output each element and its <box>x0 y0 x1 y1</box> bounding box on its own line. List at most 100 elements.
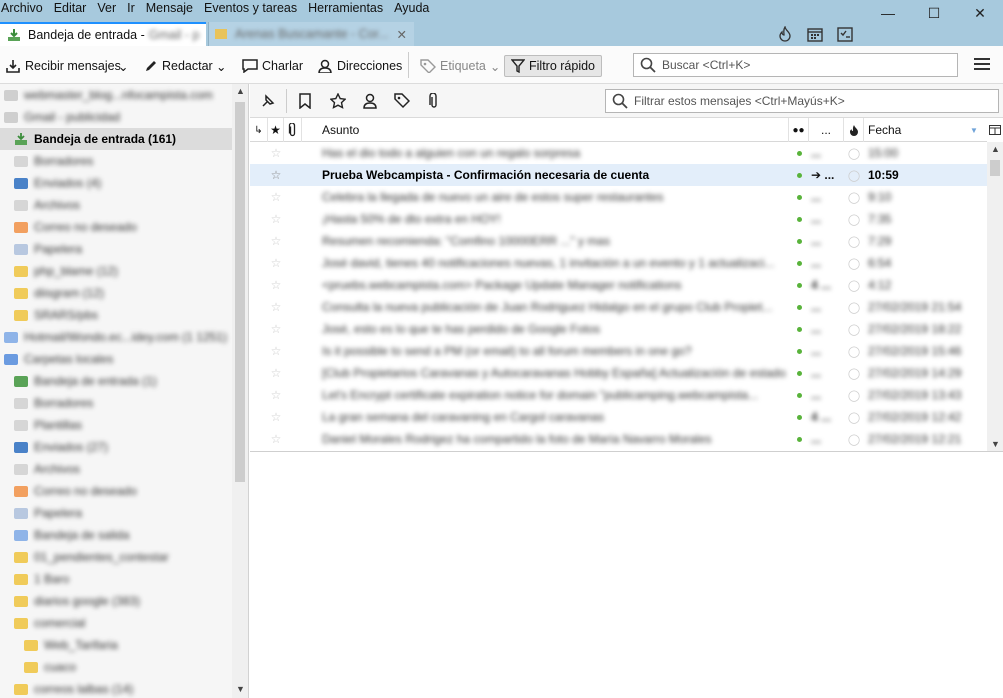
contact-filter-icon[interactable] <box>361 92 379 110</box>
message-row[interactable]: ☆ Celebra la llegada de nuevo un aire de … <box>250 186 987 208</box>
unread-dot-icon[interactable] <box>795 428 803 450</box>
unread-dot-icon[interactable] <box>795 252 803 274</box>
attachment-filter-icon[interactable] <box>425 92 443 110</box>
junk-status-icon[interactable]: ◯ <box>848 318 860 340</box>
folder-item[interactable]: Archivos <box>0 194 248 216</box>
unread-dot-icon[interactable] <box>795 362 803 384</box>
unread-dot-icon[interactable] <box>795 164 803 186</box>
minimize-icon[interactable]: — <box>865 0 911 26</box>
folder-item[interactable]: Papelera <box>0 502 248 524</box>
folder-item[interactable]: 01_pendientes_contestar <box>0 546 248 568</box>
folder-item[interactable]: Enviados (4) <box>0 172 248 194</box>
folder-item[interactable]: cuaco <box>0 656 248 678</box>
message-row[interactable]: ☆ <pruebs.webcampista.com> Package Update… <box>250 274 987 296</box>
folder-item[interactable]: Plantillas <box>0 414 248 436</box>
message-row[interactable]: ☆ Has el dio todo a alguien con un regalo… <box>250 142 987 164</box>
folder-item[interactable]: Bandeja de salida <box>0 524 248 546</box>
folder-item[interactable]: Borradores <box>0 150 248 172</box>
global-search-input[interactable]: Buscar <Ctrl+K> <box>633 53 958 77</box>
unread-dot-icon[interactable] <box>795 340 803 362</box>
junk-status-icon[interactable]: ◯ <box>848 384 860 406</box>
starred-filter-icon[interactable] <box>329 92 347 110</box>
address-book-button[interactable]: Direcciones <box>317 55 402 77</box>
menu-item-3[interactable]: Ir <box>127 0 139 18</box>
tasks-icon[interactable] <box>837 26 853 42</box>
folder-item[interactable]: webmaster_blog...nfocampista.com <box>0 84 248 106</box>
message-row[interactable]: ☆ [Club Propietarios Caravanas y Autocara… <box>250 362 987 384</box>
scroll-down-icon[interactable]: ▼ <box>236 684 245 694</box>
tab-inbox[interactable]: Bandeja de entrada - Gmail - p <box>0 22 206 46</box>
thread-column-icon[interactable]: ↳ <box>250 118 268 142</box>
tab-close-icon[interactable]: ✕ <box>397 27 407 42</box>
folder-item[interactable]: SRARS/pbs <box>0 304 248 326</box>
star-toggle-icon[interactable]: ☆ <box>268 384 284 406</box>
scroll-up-icon[interactable]: ▲ <box>236 86 245 96</box>
folder-scrollbar[interactable]: ▲ ▼ <box>232 84 248 698</box>
junk-status-icon[interactable]: ◯ <box>848 142 860 164</box>
folder-item[interactable]: Correo no deseado <box>0 216 248 238</box>
junk-status-icon[interactable]: ◯ <box>848 164 860 186</box>
menu-item-2[interactable]: Ver <box>97 0 120 18</box>
read-column-icon[interactable]: ●● <box>789 118 809 142</box>
message-list-scrollbar[interactable]: ▲ ▼ <box>987 142 1003 451</box>
message-row[interactable]: ☆ La gran semana del caravaning en Cargol… <box>250 406 987 428</box>
unread-dot-icon[interactable] <box>795 296 803 318</box>
junk-column-icon[interactable] <box>844 118 864 142</box>
star-toggle-icon[interactable]: ☆ <box>268 296 284 318</box>
folder-item[interactable]: php_blame (12) <box>0 260 248 282</box>
junk-status-icon[interactable]: ◯ <box>848 362 860 384</box>
star-toggle-icon[interactable]: ☆ <box>268 428 284 450</box>
star-toggle-icon[interactable]: ☆ <box>268 142 284 164</box>
write-button[interactable]: Redactar <box>144 55 213 77</box>
star-toggle-icon[interactable]: ☆ <box>268 318 284 340</box>
folder-item[interactable]: Archivos <box>0 458 248 480</box>
message-filter-input[interactable]: Filtrar estos mensajes <Ctrl+Mayús+K> <box>605 89 999 113</box>
menu-item-0[interactable]: Archivo <box>0 0 47 18</box>
tab-message[interactable]: Arenas Buscamante - Cor... ✕ <box>208 22 414 46</box>
message-row[interactable]: ☆ Consulta la nueva publicación de Juan R… <box>250 296 987 318</box>
folder-item[interactable]: Borradores <box>0 392 248 414</box>
folder-item[interactable]: Hotmail/Wondo.ec...idey.com (1 1251) <box>0 326 248 348</box>
unread-dot-icon[interactable] <box>795 274 803 296</box>
quick-filter-button[interactable]: Filtro rápido <box>504 55 602 77</box>
flame-icon[interactable] <box>777 26 793 42</box>
scroll-up-icon[interactable]: ▲ <box>991 144 1000 154</box>
menu-item-5[interactable]: Eventos y tareas <box>204 0 301 18</box>
star-toggle-icon[interactable]: ☆ <box>268 362 284 384</box>
folder-item[interactable]: correos lalbas (14) <box>0 678 248 698</box>
folder-item[interactable]: comercial <box>0 612 248 634</box>
maximize-icon[interactable]: ☐ <box>911 0 957 26</box>
close-icon[interactable]: ✕ <box>957 0 1003 26</box>
star-toggle-icon[interactable]: ☆ <box>268 406 284 428</box>
message-row[interactable]: ☆ José david, tienes 40 notificaciones nu… <box>250 252 987 274</box>
menu-item-6[interactable]: Herramientas <box>308 0 387 18</box>
menu-item-7[interactable]: Ayuda <box>394 0 433 18</box>
unread-filter-icon[interactable] <box>296 92 314 110</box>
get-messages-button[interactable]: Recibir mensajes <box>5 55 121 77</box>
unread-dot-icon[interactable] <box>795 208 803 230</box>
correspondents-column[interactable]: ... <box>809 118 844 142</box>
menu-icon[interactable] <box>974 58 990 72</box>
menu-item-4[interactable]: Mensaje <box>146 0 197 18</box>
junk-status-icon[interactable]: ◯ <box>848 406 860 428</box>
star-toggle-icon[interactable]: ☆ <box>268 274 284 296</box>
message-row[interactable]: ☆ Let's Encrypt certificate expiration no… <box>250 384 987 406</box>
column-picker-icon[interactable] <box>987 118 1003 142</box>
folder-item[interactable]: Bandeja de entrada (1) <box>0 370 248 392</box>
unread-dot-icon[interactable] <box>795 230 803 252</box>
keep-filters-icon[interactable] <box>259 92 277 110</box>
folder-item[interactable]: Web_Tarifaria <box>0 634 248 656</box>
folder-item[interactable]: Papelera <box>0 238 248 260</box>
subject-column[interactable]: Asunto <box>302 118 789 142</box>
star-toggle-icon[interactable]: ☆ <box>268 230 284 252</box>
date-column[interactable]: Fecha <box>864 118 972 142</box>
message-row[interactable]: ☆ ¡Hasta 50% de dto extra en HOY!... ◯ 7:35 <box>250 208 987 230</box>
junk-status-icon[interactable]: ◯ <box>848 428 860 450</box>
junk-status-icon[interactable]: ◯ <box>848 230 860 252</box>
get-messages-dropdown[interactable]: ⌄ <box>118 55 128 77</box>
junk-status-icon[interactable]: ◯ <box>848 252 860 274</box>
tag-filter-icon[interactable] <box>393 92 411 110</box>
star-toggle-icon[interactable]: ☆ <box>268 208 284 230</box>
menu-item-1[interactable]: Editar <box>54 0 91 18</box>
folder-item[interactable]: diarios google (383) <box>0 590 248 612</box>
